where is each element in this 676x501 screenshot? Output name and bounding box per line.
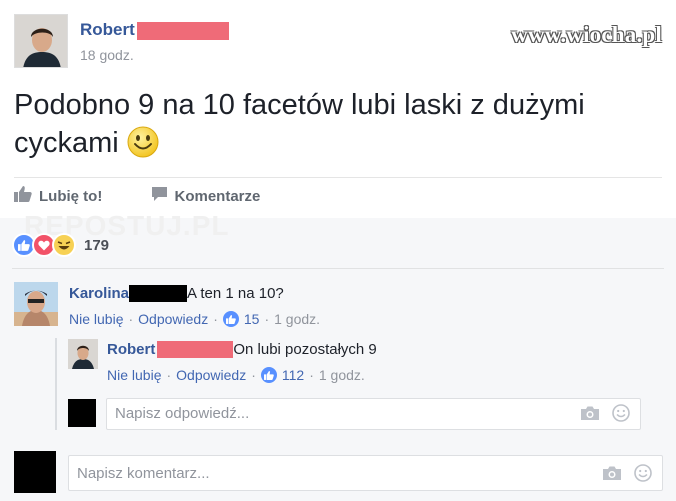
separator-dot: ·: [309, 367, 314, 383]
reply-thread-line: [55, 338, 57, 430]
camera-icon[interactable]: [580, 405, 600, 421]
post-text: Podobno 9 na 10 facetów lubi laski z duż…: [14, 89, 585, 159]
comment-button-label: Komentarze: [174, 187, 261, 205]
comment-content: Karolina A ten 1 na 10?: [69, 285, 284, 303]
emoji-icon[interactable]: [612, 404, 630, 422]
action-bar: Lubię to! Komentarze: [14, 186, 304, 210]
post-timestamp[interactable]: 18 godz.: [80, 47, 134, 63]
comment-timestamp[interactable]: 1 godz.: [274, 311, 320, 327]
name-redaction: [157, 341, 234, 359]
divider: [12, 268, 664, 269]
current-user-avatar: [68, 399, 96, 427]
divider: [14, 177, 662, 178]
reply-link[interactable]: Odpowiedz: [138, 311, 208, 327]
reply-timestamp[interactable]: 1 godz.: [319, 367, 365, 383]
comment-input-placeholder: Napisz komentarz...: [77, 465, 210, 482]
reply-content: Robert On lubi pozostałych 9: [107, 341, 377, 359]
post-header: Robert 18 godz. www.wiocha.pl: [14, 14, 662, 72]
reply-input[interactable]: Napisz odpowiedź...: [106, 398, 641, 430]
smiley-emoji: [127, 126, 159, 158]
name-redaction: [136, 21, 229, 40]
separator-dot: ·: [251, 367, 256, 383]
comment-like-count[interactable]: 15: [244, 311, 260, 327]
reply-like-count[interactable]: 112: [282, 367, 304, 383]
comment-author[interactable]: Karolina: [69, 285, 129, 302]
author-avatar[interactable]: [14, 14, 68, 68]
like-button[interactable]: Lubię to!: [14, 186, 102, 206]
comment-icon: [151, 186, 175, 206]
comment-input-icons: [590, 464, 652, 482]
reply-input-icons: [568, 404, 630, 422]
commenter-avatar[interactable]: [14, 282, 58, 326]
post-author[interactable]: Robert: [80, 20, 229, 40]
site-watermark: www.wiocha.pl: [511, 22, 662, 47]
like-reaction-icon: [222, 311, 239, 327]
reaction-count[interactable]: 179: [84, 237, 109, 254]
separator-dot: ·: [213, 311, 218, 327]
unlike-link[interactable]: Nie lubię: [69, 311, 123, 327]
comment-button[interactable]: Komentarze: [151, 186, 261, 206]
post-body: Podobno 9 na 10 facetów lubi laski z duż…: [14, 86, 664, 162]
reply-input-placeholder: Napisz odpowiedź...: [115, 405, 250, 422]
reactions-summary[interactable]: 179: [12, 233, 109, 257]
comment-text: A ten 1 na 10?: [187, 285, 284, 302]
separator-dot: ·: [128, 311, 134, 327]
separator-dot: ·: [166, 367, 172, 383]
like-button-label: Lubię to!: [39, 187, 103, 205]
separator-dot: ·: [264, 311, 270, 327]
current-user-avatar: [14, 451, 56, 493]
like-reaction-icon: [260, 367, 277, 383]
replier-avatar[interactable]: [68, 339, 98, 369]
unlike-link[interactable]: Nie lubię: [107, 367, 161, 383]
reply-meta: Nie lubię · Odpowiedz · 112 · 1 godz.: [107, 367, 365, 383]
camera-icon[interactable]: [602, 465, 622, 481]
comment-meta: Nie lubię · Odpowiedz · 15 · 1 godz.: [69, 311, 320, 327]
thumbs-up-icon: [14, 186, 39, 206]
reply-link[interactable]: Odpowiedz: [176, 367, 246, 383]
haha-reaction-icon: [52, 233, 76, 257]
name-redaction: [129, 285, 188, 303]
emoji-icon[interactable]: [634, 464, 652, 482]
comment-input[interactable]: Napisz komentarz...: [68, 455, 663, 491]
reply-author[interactable]: Robert: [107, 341, 155, 358]
reply-text: On lubi pozostałych 9: [233, 341, 377, 358]
